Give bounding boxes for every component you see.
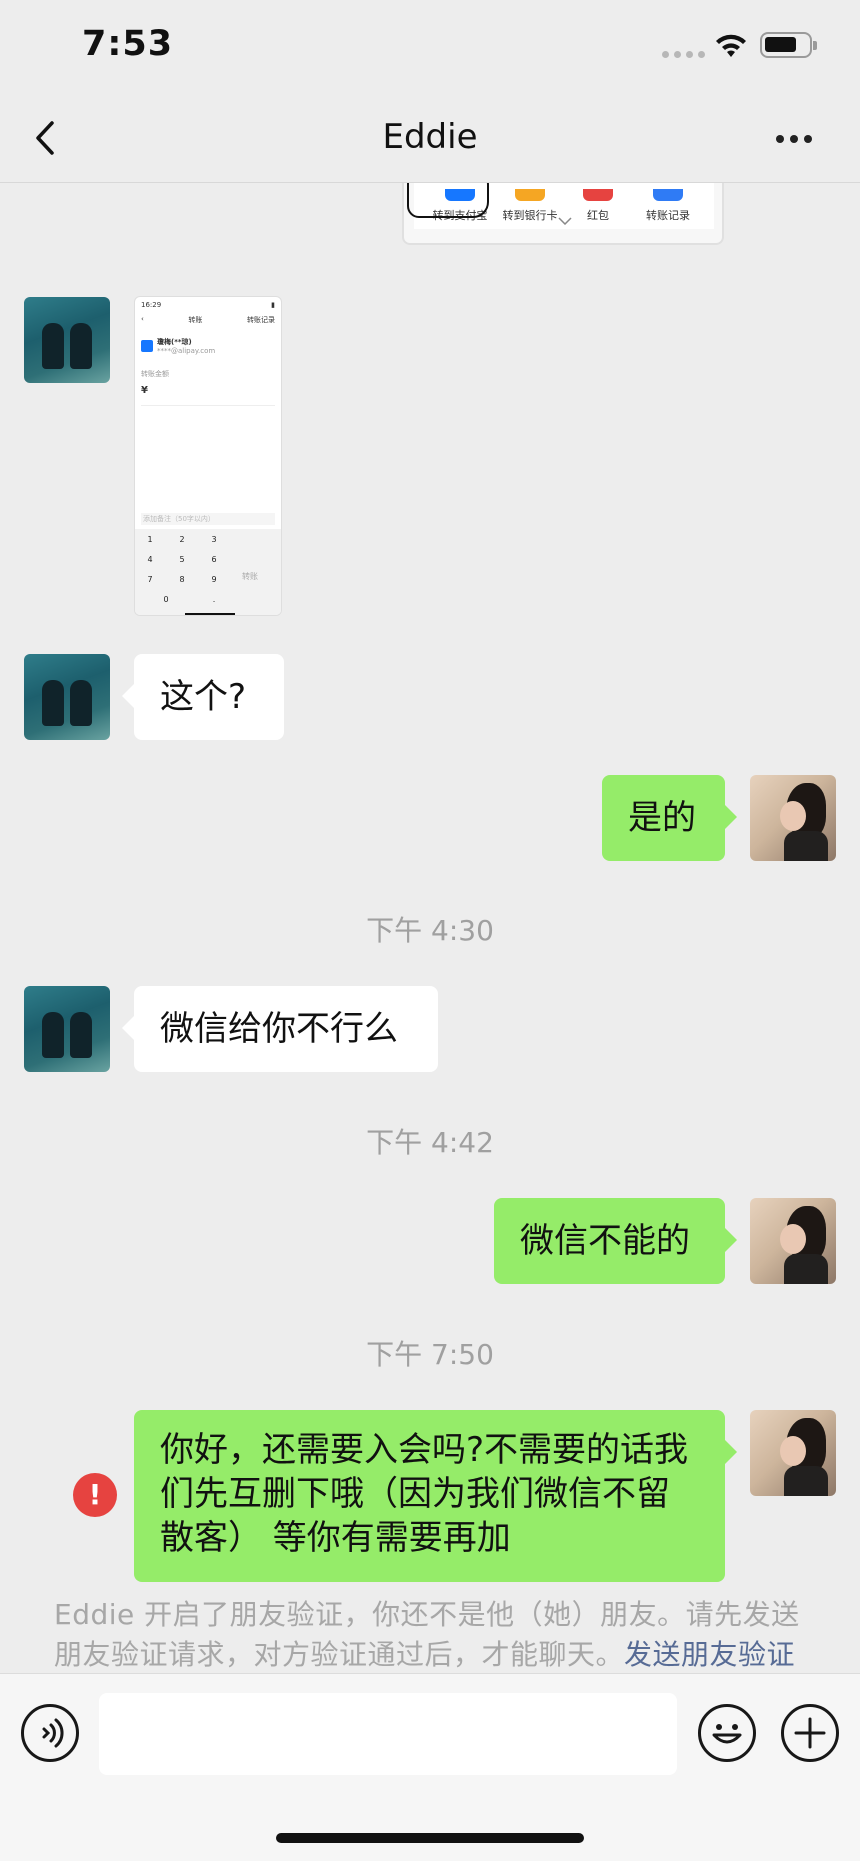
image-item-redpacket: 红包	[564, 189, 632, 223]
timestamp: 下午 4:42	[366, 1126, 494, 1159]
emoji-button[interactable]	[698, 1704, 756, 1762]
more-dots-icon	[776, 135, 784, 143]
avatar[interactable]	[24, 986, 110, 1072]
record-icon	[653, 189, 683, 201]
more-button[interactable]	[776, 125, 826, 153]
timestamp: 下午 7:50	[366, 1338, 494, 1371]
avatar[interactable]	[750, 1410, 836, 1496]
battery-icon	[760, 32, 817, 58]
message-text: 是的	[628, 798, 696, 838]
add-button[interactable]	[781, 1704, 839, 1762]
avatar[interactable]	[24, 297, 110, 383]
message-input[interactable]	[99, 1693, 677, 1775]
message-bubble-outgoing[interactable]: 是的	[602, 775, 737, 861]
emoji-icon	[712, 1724, 742, 1744]
message-text: 微信给你不行么	[160, 1009, 398, 1049]
send-verification-link[interactable]: 发送朋友验证	[624, 1638, 795, 1671]
image-header: ‹ 转账 转账记录	[141, 315, 275, 324]
image-amount-label: 转账金额	[141, 370, 169, 378]
hand-drawn-circle	[407, 183, 489, 218]
shared-image-top[interactable]: 转到支付宝 转到银行卡 红包 转账记录	[402, 183, 724, 245]
status-time: 7:53	[82, 24, 174, 64]
home-indicator	[276, 1833, 584, 1843]
chat-area[interactable]: 转到支付宝 转到银行卡 红包 转账记录 16:29 ▮ ‹ 转账 转账记录 瓊梅…	[0, 183, 860, 1673]
image-currency: ¥	[141, 385, 148, 396]
timestamp: 下午 4:30	[366, 914, 494, 947]
avatar[interactable]	[750, 775, 836, 861]
plus-icon	[794, 1717, 826, 1749]
system-note: Eddie 开启了朋友验证，你还不是他（她）朋友。请先发送朋友验证请求，对方验证…	[54, 1598, 800, 1671]
send-failed-icon[interactable]: !	[73, 1473, 117, 1517]
avatar[interactable]	[24, 654, 110, 740]
message-bubble-incoming[interactable]: 这个?	[122, 654, 284, 740]
message-bubble-outgoing-failed[interactable]: 你好，还需要入会吗?不需要的话我们先互删下哦（因为我们微信不留散客） 等你有需要…	[134, 1410, 737, 1582]
message-text: 微信不能的	[520, 1221, 690, 1261]
chat-title: Eddie	[382, 117, 478, 157]
nav-bar: Eddie	[0, 95, 860, 183]
image-item-record: 转账记录	[634, 189, 702, 223]
image-keypad: 1 2 3 4 5 6 7 8 9 0 . 转账	[135, 529, 281, 615]
shared-image-transfer[interactable]: 16:29 ▮ ‹ 转账 转账记录 瓊梅(**琼) ****@alipay.com…	[134, 296, 282, 616]
avatar[interactable]	[750, 1198, 836, 1284]
message-bubble-outgoing[interactable]: 微信不能的	[494, 1198, 737, 1284]
image-recipient: 瓊梅(**琼) ****@alipay.com	[141, 337, 275, 355]
message-bubble-incoming[interactable]: 微信给你不行么	[122, 986, 438, 1072]
message-text: 你好，还需要入会吗?不需要的话我们先互删下哦（因为我们微信不留散客） 等你有需要…	[160, 1430, 689, 1558]
message-text: 这个?	[160, 677, 247, 717]
red-packet-icon	[583, 189, 613, 201]
image-item-bank: 转到银行卡	[496, 189, 564, 223]
bank-card-icon	[515, 189, 545, 201]
signal-icon	[662, 51, 705, 58]
image-remark: 添加备注（50字以内）	[141, 513, 275, 525]
chevron-down-icon	[558, 217, 572, 225]
status-bar: 7:53	[0, 0, 860, 95]
image-status-row: 16:29 ▮	[141, 301, 275, 309]
wifi-icon	[716, 34, 746, 57]
voice-button[interactable]	[21, 1704, 79, 1762]
voice-icon	[42, 1718, 64, 1748]
